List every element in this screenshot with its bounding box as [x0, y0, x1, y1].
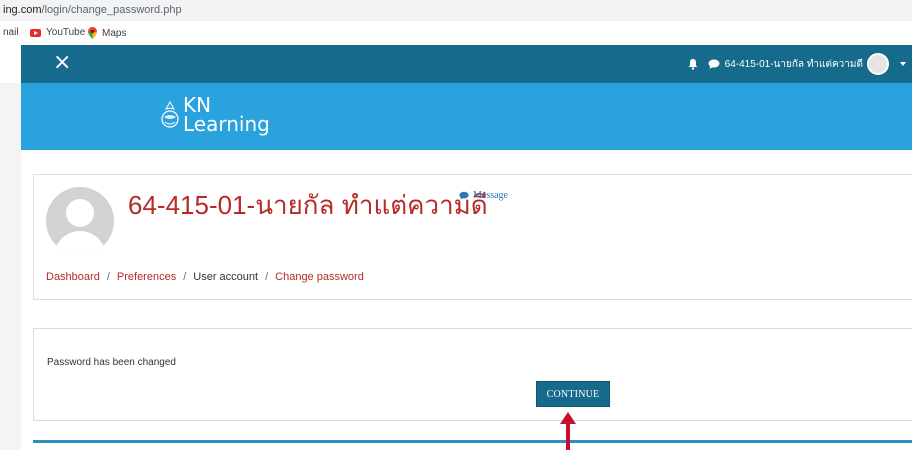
profile-picture[interactable]: [46, 187, 114, 255]
notice-message: Password has been changed: [47, 357, 176, 368]
message-label: Message: [473, 190, 508, 201]
navbar-user-name[interactable]: 64-415-01-นายกัล ทำแต่ความดี: [725, 57, 863, 72]
footer-divider: [33, 440, 912, 443]
chat-icon[interactable]: [708, 59, 720, 69]
url-path: /login/change_password.php: [41, 4, 182, 16]
url-text[interactable]: ing.com/login/change_password.php: [3, 4, 182, 16]
annotation-arrow-icon: [560, 412, 576, 450]
bookmark-maps[interactable]: Maps: [88, 27, 126, 39]
site-navbar: × 64-415-01-นายกัล ทำแต่ความดี: [21, 45, 912, 83]
message-button[interactable]: Message: [459, 190, 508, 201]
breadcrumb-separator: /: [265, 271, 269, 283]
continue-button[interactable]: CONTINUE: [536, 381, 610, 407]
left-gutter: [0, 83, 21, 450]
breadcrumb-change-password[interactable]: Change password: [275, 271, 364, 283]
site-banner: KN Learning: [21, 83, 912, 150]
breadcrumb-preferences[interactable]: Preferences: [117, 271, 176, 283]
logo-line-2: Learning: [183, 112, 270, 136]
navbar-user-area: 64-415-01-นายกัล ทำแต่ความดี: [687, 45, 912, 83]
breadcrumb: Dashboard / Preferences / User account /…: [46, 271, 364, 283]
site-logo[interactable]: KN Learning: [159, 95, 270, 136]
chat-icon: [459, 191, 469, 200]
bookmark-label: nail: [3, 27, 19, 38]
bookmarks-bar: nail YouTube Maps: [0, 21, 912, 45]
breadcrumb-separator: /: [183, 271, 187, 283]
chevron-down-icon[interactable]: [900, 62, 906, 66]
notice-card: Password has been changed CONTINUE: [33, 328, 912, 421]
logo-emblem-icon: [161, 100, 179, 128]
maps-icon: [88, 27, 97, 39]
page-header-card: 64-415-01-นายกัล ทำแต่ความดี Message Das…: [33, 174, 912, 300]
avatar[interactable]: [867, 53, 889, 75]
profile-body-shape: [54, 231, 106, 255]
browser-address-bar[interactable]: ing.com/login/change_password.php: [0, 0, 912, 21]
breadcrumb-user-account: User account: [193, 271, 259, 283]
youtube-icon: [30, 28, 41, 37]
bell-icon[interactable]: [687, 58, 699, 70]
bookmark-gmail[interactable]: nail: [3, 27, 19, 38]
breadcrumb-dashboard[interactable]: Dashboard: [46, 271, 100, 283]
page-title: 64-415-01-นายกัล ทำแต่ความดี: [128, 190, 488, 220]
logo-text: KN Learning: [183, 95, 270, 136]
close-drawer-icon[interactable]: ×: [53, 50, 71, 76]
breadcrumb-separator: /: [106, 271, 110, 283]
profile-head-shape: [66, 199, 94, 227]
bookmark-label: YouTube: [46, 27, 86, 38]
bookmark-youtube[interactable]: YouTube: [30, 27, 85, 38]
bookmark-label: Maps: [102, 27, 127, 39]
url-domain: ing.com: [3, 4, 42, 16]
